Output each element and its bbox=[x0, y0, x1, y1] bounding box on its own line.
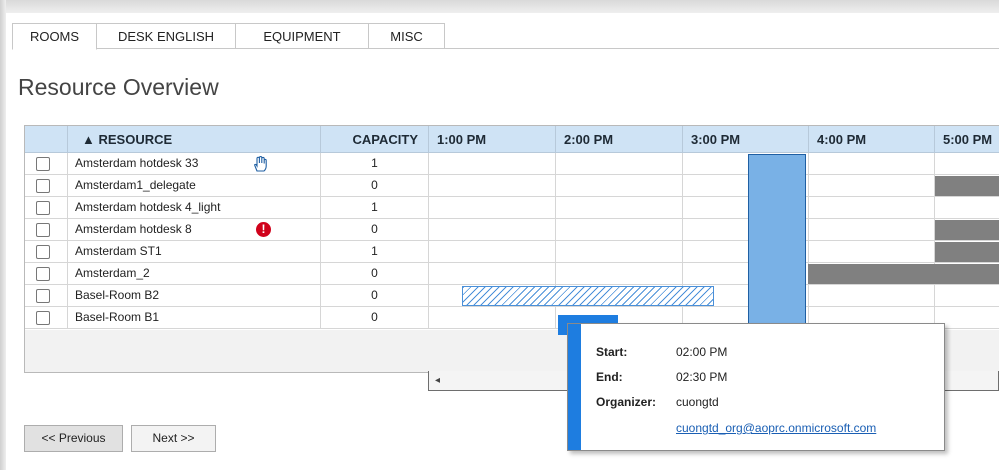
resource-name: Basel-Room B2 bbox=[68, 285, 321, 307]
timeslot-cell[interactable] bbox=[429, 197, 556, 219]
resource-name: Amsterdam ST1 bbox=[68, 241, 321, 263]
warning-icon[interactable]: ! bbox=[256, 222, 271, 237]
organizer-email-link[interactable]: cuongtd_org@aoprc.onmicrosoft.com bbox=[676, 421, 876, 435]
capacity-value: 0 bbox=[321, 219, 429, 241]
table-row[interactable]: Amsterdam_2 0 bbox=[25, 263, 999, 285]
row-select-cell[interactable] bbox=[25, 263, 68, 285]
timeslot-cell[interactable] bbox=[809, 241, 935, 263]
row-checkbox[interactable] bbox=[36, 311, 50, 325]
table-row[interactable]: Amsterdam hotdesk 4_light 1 bbox=[25, 197, 999, 219]
timeslot-cell[interactable] bbox=[556, 241, 683, 263]
window-frame-top bbox=[0, 0, 999, 13]
timeslot-cell[interactable] bbox=[935, 197, 999, 219]
timeslot-cell[interactable] bbox=[809, 219, 935, 241]
timeslot-cell[interactable] bbox=[809, 285, 935, 307]
header-resource[interactable]: ▲ RESOURCE bbox=[68, 126, 321, 153]
tooltip-accent-bar bbox=[568, 324, 581, 450]
timeslot-cell[interactable] bbox=[809, 175, 935, 197]
capacity-value: 0 bbox=[321, 307, 429, 329]
resource-name: Amsterdam hotdesk 33 bbox=[68, 153, 321, 175]
row-select-cell[interactable] bbox=[25, 197, 68, 219]
row-checkbox[interactable] bbox=[36, 289, 50, 303]
booking-bar[interactable] bbox=[808, 264, 999, 284]
tab-equipment[interactable]: EQUIPMENT bbox=[235, 23, 369, 49]
booking-bar[interactable] bbox=[935, 242, 999, 262]
timeslot-cell[interactable] bbox=[556, 175, 683, 197]
start-value: 02:00 PM bbox=[676, 345, 728, 359]
end-value: 02:30 PM bbox=[676, 370, 728, 384]
resource-name: Amsterdam hotdesk 4_light bbox=[68, 197, 321, 219]
header-time-1pm: 1:00 PM bbox=[429, 126, 556, 153]
capacity-value: 0 bbox=[321, 285, 429, 307]
resource-name: Basel-Room B1 bbox=[68, 307, 321, 329]
previous-button[interactable]: << Previous bbox=[24, 425, 123, 452]
row-checkbox[interactable] bbox=[36, 245, 50, 259]
booking-bar[interactable] bbox=[935, 220, 999, 240]
row-select-cell[interactable] bbox=[25, 153, 68, 175]
table-row[interactable]: Amsterdam hotdesk 33 1 bbox=[25, 153, 999, 175]
header-capacity[interactable]: CAPACITY bbox=[321, 126, 429, 153]
capacity-value: 1 bbox=[321, 197, 429, 219]
appointment-tooltip: Start: 02:00 PM End: 02:30 PM Organizer:… bbox=[567, 323, 945, 451]
table-row[interactable]: Amsterdam1_delegate 0 bbox=[25, 175, 999, 197]
row-select-cell[interactable] bbox=[25, 285, 68, 307]
next-button[interactable]: Next >> bbox=[131, 425, 216, 452]
header-time-2pm: 2:00 PM bbox=[556, 126, 683, 153]
row-checkbox[interactable] bbox=[36, 267, 50, 281]
capacity-value: 0 bbox=[321, 263, 429, 285]
timeslot-cell[interactable] bbox=[556, 153, 683, 175]
tab-strip-line bbox=[444, 48, 999, 49]
row-select-cell[interactable] bbox=[25, 307, 68, 329]
header-time-5pm: 5:00 PM bbox=[935, 126, 999, 153]
capacity-value: 1 bbox=[321, 153, 429, 175]
timeslot-cell[interactable] bbox=[935, 153, 999, 175]
timeslot-cell[interactable] bbox=[429, 263, 556, 285]
hand-icon[interactable] bbox=[251, 155, 269, 173]
organizer-value: cuongtd bbox=[676, 395, 719, 409]
timeslot-cell[interactable] bbox=[429, 219, 556, 241]
table-row[interactable]: Amsterdam hotdesk 8 0 ! bbox=[25, 219, 999, 241]
capacity-value: 0 bbox=[321, 175, 429, 197]
timeslot-cell[interactable] bbox=[556, 219, 683, 241]
page-title: Resource Overview bbox=[18, 74, 219, 100]
resource-name: Amsterdam_2 bbox=[68, 263, 321, 285]
row-checkbox[interactable] bbox=[36, 179, 50, 193]
row-select-cell[interactable] bbox=[25, 175, 68, 197]
timeslot-cell[interactable] bbox=[809, 153, 935, 175]
row-select-cell[interactable] bbox=[25, 241, 68, 263]
booking-bar[interactable] bbox=[935, 176, 999, 196]
timeslot-cell[interactable] bbox=[935, 285, 999, 307]
timeslot-cell[interactable] bbox=[556, 197, 683, 219]
timeslot-cell[interactable] bbox=[429, 241, 556, 263]
row-checkbox[interactable] bbox=[36, 201, 50, 215]
table-row[interactable]: Amsterdam ST1 1 bbox=[25, 241, 999, 263]
tab-misc[interactable]: MISC bbox=[368, 23, 445, 49]
resource-name: Amsterdam1_delegate bbox=[68, 175, 321, 197]
timeslot-cell[interactable] bbox=[556, 263, 683, 285]
timeslot-cell[interactable] bbox=[429, 153, 556, 175]
header-select bbox=[25, 126, 68, 153]
header-time-3pm: 3:00 PM bbox=[683, 126, 809, 153]
resource-name: Amsterdam hotdesk 8 bbox=[68, 219, 321, 241]
start-label: Start: bbox=[596, 345, 628, 359]
tab-desk-english[interactable]: DESK ENGLISH bbox=[96, 23, 236, 49]
row-checkbox[interactable] bbox=[36, 223, 50, 237]
table-row[interactable]: Basel-Room B2 0 bbox=[25, 285, 999, 307]
tentative-booking[interactable] bbox=[462, 286, 714, 306]
timeslot-cell[interactable] bbox=[429, 175, 556, 197]
row-checkbox[interactable] bbox=[36, 157, 50, 171]
row-select-cell[interactable] bbox=[25, 219, 68, 241]
organizer-label: Organizer: bbox=[596, 395, 657, 409]
scroll-left-icon[interactable]: ◂ bbox=[435, 375, 440, 386]
tab-rooms[interactable]: ROOMS bbox=[12, 23, 97, 50]
header-time-4pm: 4:00 PM bbox=[809, 126, 935, 153]
capacity-value: 1 bbox=[321, 241, 429, 263]
timeslot-cell[interactable] bbox=[429, 307, 556, 329]
end-label: End: bbox=[596, 370, 623, 384]
timeslot-cell[interactable] bbox=[809, 197, 935, 219]
